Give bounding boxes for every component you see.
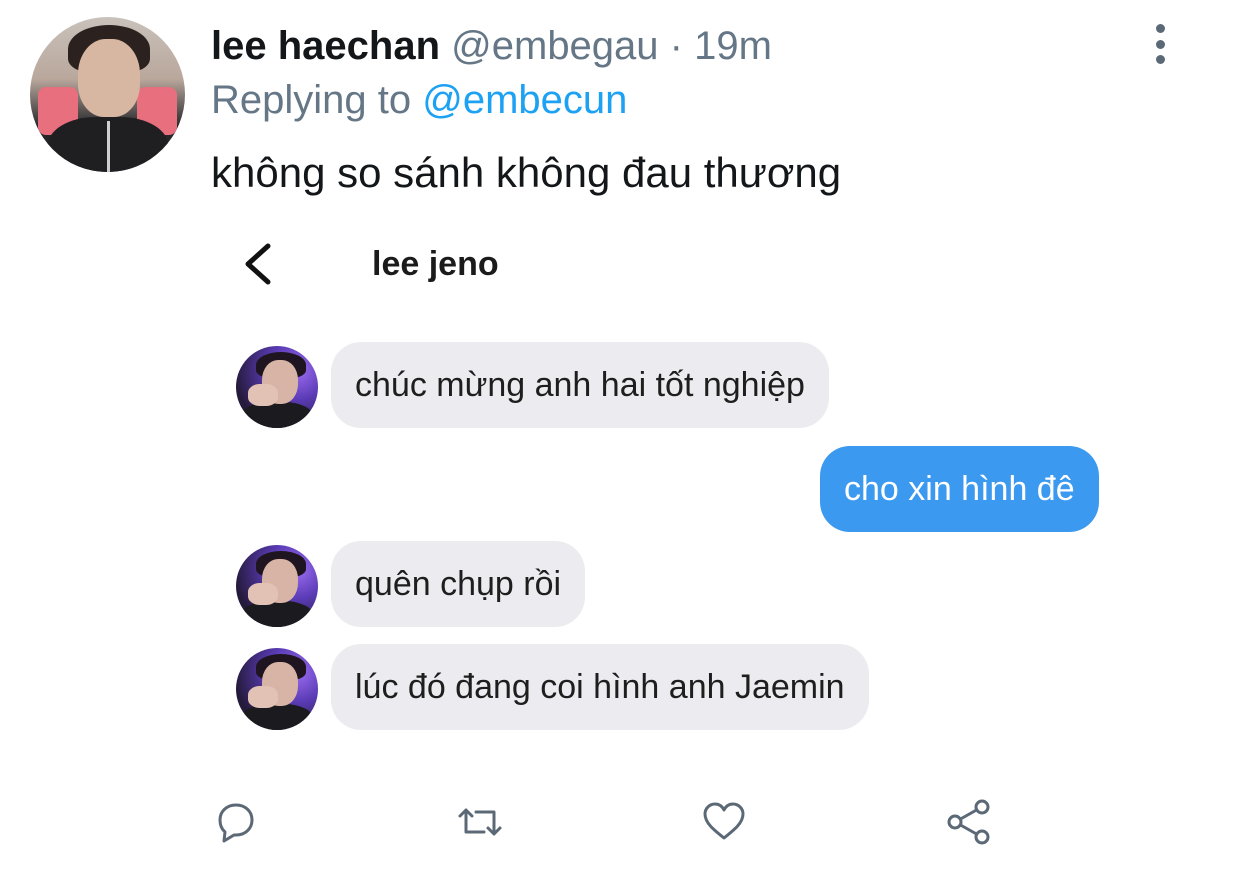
message-bubble-incoming: quên chụp rồi — [331, 541, 586, 627]
dm-contact-avatar — [236, 346, 318, 428]
more-dot — [1155, 55, 1165, 64]
message-bubble-incoming: chúc mừng anh hai tốt nghiệp — [331, 342, 829, 428]
replying-to: Replying to @embecun — [211, 74, 627, 126]
more-dot — [1155, 39, 1165, 49]
avatar-face — [78, 39, 140, 117]
avatar-zipper — [107, 121, 110, 172]
tweet-timestamp[interactable]: 19m — [694, 24, 772, 68]
more-options-icon[interactable] — [1148, 24, 1172, 64]
back-arrow-icon — [238, 240, 278, 288]
message-bubble-incoming: lúc đó đang coi hình anh Jaemin — [331, 644, 869, 730]
replying-prefix: Replying to — [211, 78, 412, 122]
display-name[interactable]: lee haechan — [211, 24, 440, 68]
dm-contact-avatar — [236, 648, 318, 730]
profile-avatar[interactable] — [30, 17, 185, 172]
separator-dot: · — [669, 24, 683, 68]
more-dot — [1155, 24, 1165, 33]
tweet-text: không so sánh không đau thương — [211, 149, 842, 196]
replying-handle-link[interactable]: @embecun — [422, 78, 627, 122]
dm-contact-name: lee jeno — [372, 245, 499, 283]
retweet-icon[interactable] — [456, 798, 504, 846]
reply-icon[interactable] — [212, 798, 260, 846]
tweet-header: lee haechan @embegau · 19m — [211, 20, 772, 72]
dm-contact-avatar — [236, 545, 318, 627]
user-handle[interactable]: @embegau — [451, 24, 658, 68]
message-bubble-outgoing: cho xin hình đê — [820, 446, 1099, 532]
like-icon[interactable] — [700, 798, 748, 846]
share-icon[interactable] — [944, 798, 992, 846]
